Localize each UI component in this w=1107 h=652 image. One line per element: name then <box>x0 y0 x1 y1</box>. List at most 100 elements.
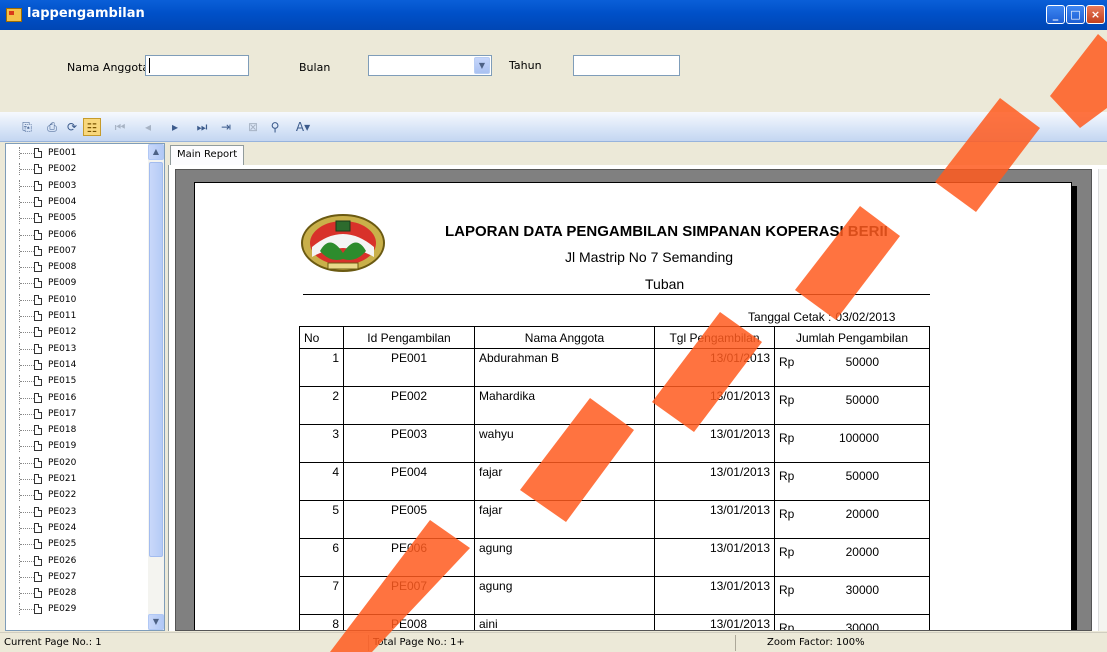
current-page-status: Current Page No.: 1 <box>4 637 102 648</box>
print-icon[interactable]: ⎙ <box>43 118 61 136</box>
document-icon <box>34 604 42 615</box>
tree-item[interactable]: PE029 <box>6 603 148 616</box>
last-page-icon[interactable]: ⏭ <box>193 118 211 136</box>
tree-item-label: PE018 <box>48 425 77 436</box>
tree-item[interactable]: PE015 <box>6 375 148 388</box>
cell-jumlah: Rp 50000 <box>774 348 930 387</box>
tree-item-label: PE022 <box>48 490 77 501</box>
tree-item-label: PE013 <box>48 343 77 354</box>
stop-icon[interactable]: ⊠ <box>244 118 262 136</box>
tree-item-label: PE029 <box>48 604 77 615</box>
tree-item-label: PE004 <box>48 196 77 207</box>
minimize-button[interactable]: _ <box>1046 5 1065 24</box>
scroll-up-icon[interactable]: ▲ <box>148 144 164 160</box>
tree-item[interactable]: PE003 <box>6 179 148 192</box>
tree-item[interactable]: PE006 <box>6 228 148 241</box>
cell-amount: 100000 <box>838 431 879 445</box>
search-icon[interactable]: ⚲ <box>266 118 284 136</box>
tab-main-report[interactable]: Main Report <box>170 145 245 165</box>
tree-item[interactable]: PE020 <box>6 456 148 469</box>
cell-jumlah: Rp 50000 <box>774 462 930 501</box>
page-shadow <box>1072 186 1077 630</box>
cell-currency: Rp <box>779 545 795 559</box>
tree-item-label: PE008 <box>48 262 77 273</box>
tree-item[interactable]: PE010 <box>6 293 148 306</box>
cell-id: PE007 <box>343 576 475 615</box>
close-button[interactable]: × <box>1086 5 1105 24</box>
nama-anggota-input[interactable] <box>145 55 249 76</box>
tree-item[interactable]: PE009 <box>6 277 148 290</box>
group-tree[interactable]: PE001 PE002 PE003 PE004 PE005 PE006 PE007 PE008… <box>5 143 165 631</box>
first-page-icon[interactable]: ⏮ <box>111 118 129 136</box>
refresh-icon[interactable]: ⟳ <box>63 118 81 136</box>
cell-nama: agung <box>474 538 655 577</box>
col-no: No <box>299 326 344 349</box>
report-title: LAPORAN DATA PENGAMBILAN SIMPANAN KOPERA… <box>445 223 888 240</box>
cell-tgl: 13/01/2013 <box>654 614 775 630</box>
col-jumlah-pengambilan: Jumlah Pengambilan <box>774 326 930 349</box>
tree-item[interactable]: PE001 <box>6 147 148 159</box>
tree-item[interactable]: PE024 <box>6 521 148 534</box>
tree-item[interactable]: PE018 <box>6 424 148 437</box>
tree-item[interactable]: PE007 <box>6 244 148 257</box>
tree-item[interactable]: PE022 <box>6 489 148 502</box>
tree-scroll-thumb[interactable] <box>149 162 163 557</box>
tree-item-label: PE002 <box>48 164 77 175</box>
document-icon <box>34 164 42 175</box>
tree-item[interactable]: PE021 <box>6 473 148 485</box>
tree-item[interactable]: PE016 <box>6 391 148 404</box>
cell-nama: wahyu <box>474 424 655 463</box>
tree-item[interactable]: PE008 <box>6 261 148 274</box>
cell-no: 5 <box>299 500 344 539</box>
tree-item[interactable]: PE004 <box>6 195 148 208</box>
table-row: 8 PE008 aini 13/01/2013 Rp 30000 <box>299 614 930 630</box>
tree-item[interactable]: PE027 <box>6 570 148 583</box>
report-address: Jl Mastrip No 7 Semanding <box>565 249 734 265</box>
prev-page-icon[interactable]: ◂ <box>139 118 157 136</box>
table-row: 1 PE001 Abdurahman B 13/01/2013 Rp 50000 <box>299 348 930 387</box>
viewer-scrollbar[interactable] <box>1098 169 1107 631</box>
tree-item[interactable]: PE014 <box>6 358 148 371</box>
tree-item[interactable]: PE028 <box>6 587 148 600</box>
tree-scrollbar[interactable]: ▲ ▼ <box>148 144 164 630</box>
report-table: No Id Pengambilan Nama Anggota Tgl Penga… <box>299 326 930 630</box>
maximize-button[interactable]: □ <box>1066 5 1085 24</box>
cell-currency: Rp <box>779 507 795 521</box>
cell-currency: Rp <box>779 431 795 445</box>
tahun-input[interactable] <box>573 55 680 76</box>
tree-item[interactable]: PE026 <box>6 554 148 567</box>
zoom-icon[interactable]: A▾ <box>290 118 316 136</box>
next-page-icon[interactable]: ▸ <box>166 118 184 136</box>
scroll-down-icon[interactable]: ▼ <box>148 614 164 630</box>
cell-id: PE002 <box>343 386 475 425</box>
bulan-select[interactable]: ▼ <box>368 55 492 76</box>
tree-item-label: PE011 <box>48 311 77 321</box>
tree-item[interactable]: PE019 <box>6 440 148 453</box>
tree-item[interactable]: PE023 <box>6 505 148 518</box>
tree-item[interactable]: PE013 <box>6 342 148 355</box>
tree-item[interactable]: PE017 <box>6 407 148 420</box>
cell-nama: Abdurahman B <box>474 348 655 387</box>
cell-nama: Mahardika <box>474 386 655 425</box>
goto-page-icon[interactable]: ⇥ <box>217 118 235 136</box>
status-divider <box>735 635 736 651</box>
tree-item[interactable]: PE005 <box>6 212 148 225</box>
chevron-down-icon[interactable]: ▼ <box>474 57 490 74</box>
document-icon <box>34 474 42 484</box>
export-icon[interactable]: ⎘ <box>18 118 36 136</box>
title-bar: lappengambilan _ □ × <box>0 0 1107 30</box>
tree-item[interactable]: PE025 <box>6 538 148 551</box>
document-icon <box>34 376 42 387</box>
cell-currency: Rp <box>779 393 795 407</box>
document-icon <box>34 245 42 256</box>
tree-item[interactable]: PE002 <box>6 163 148 176</box>
tree-item-label: PE007 <box>48 245 77 256</box>
cell-no: 1 <box>299 348 344 387</box>
tree-item[interactable]: PE012 <box>6 326 148 339</box>
tree-item[interactable]: PE011 <box>6 310 148 322</box>
toggle-tree-icon[interactable]: ☷ <box>83 118 101 136</box>
cell-no: 8 <box>299 614 344 630</box>
tree-item-label: PE020 <box>48 457 77 468</box>
cell-no: 2 <box>299 386 344 425</box>
cell-no: 4 <box>299 462 344 501</box>
